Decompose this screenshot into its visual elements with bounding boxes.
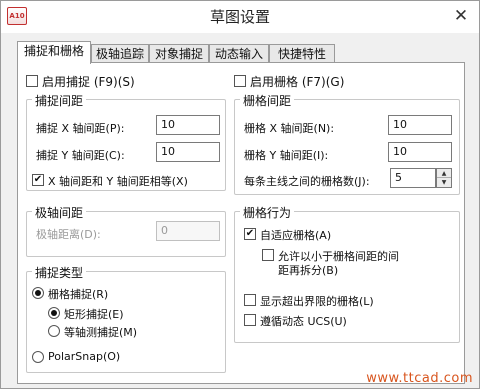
display-beyond-limits-checkbox[interactable] [244, 294, 256, 306]
follow-dynamic-ucs-checkbox[interactable] [244, 314, 256, 326]
enable-grid-checkbox[interactable] [234, 75, 246, 87]
display-beyond-limits-label: 显示超出界限的栅格(L) [260, 295, 374, 308]
snap-and-grid-panel: 启用捕捉 (F9)(S) 捕捉间距 捕捉 X 轴间距(P): 10 捕捉 Y 轴… [17, 62, 465, 384]
equal-spacing-checkbox[interactable]: ✔ [32, 174, 44, 186]
grid-behavior-title: 栅格行为 [240, 204, 295, 221]
tab-bar: 捕捉和栅格 极轴追踪 对象捕捉 动态输入 快捷特性 [17, 41, 477, 64]
polarsnap-radio[interactable] [32, 351, 44, 363]
close-button[interactable]: ✕ [449, 5, 473, 27]
enable-grid-label: 启用栅格 (F7)(G) [250, 75, 345, 89]
window-title: 草图设置 [209, 8, 270, 26]
rectangular-snap-radio[interactable] [48, 307, 60, 319]
grid-snap-label: 栅格捕捉(R) [48, 288, 109, 301]
tab-polar-tracking[interactable]: 极轴追踪 [91, 44, 149, 63]
rectangular-snap-label: 矩形捕捉(E) [64, 308, 124, 321]
watermark-text: www.ttcad.com [366, 371, 473, 386]
adaptive-grid-label: 自适应栅格(A) [260, 229, 332, 242]
tab-snap-and-grid[interactable]: 捕捉和栅格 [17, 41, 91, 64]
grid-snap-radio[interactable] [32, 287, 44, 299]
grid-y-spacing-label: 栅格 Y 轴间距(I): [244, 149, 329, 162]
snap-y-spacing-input[interactable]: 10 [156, 142, 220, 162]
allow-subdivision-label-line2: 距再拆分(B) [278, 264, 339, 277]
snap-y-spacing-label: 捕捉 Y 轴间距(C): [36, 149, 125, 162]
polar-distance-label: 极轴距离(D): [36, 228, 101, 241]
major-line-spinner: ▲ ▼ [436, 168, 452, 188]
tab-dynamic-input[interactable]: 动态输入 [209, 44, 269, 63]
title-bar: A10 草图设置 ✕ [1, 1, 479, 33]
major-line-every-label: 每条主线之间的栅格数(J): [244, 175, 370, 188]
enable-snap-checkbox[interactable] [26, 75, 38, 87]
isometric-snap-label: 等轴测捕捉(M) [64, 326, 138, 339]
snap-spacing-title: 捕捉间距 [32, 92, 87, 109]
tab-quick-properties[interactable]: 快捷特性 [269, 44, 335, 63]
allow-subdivision-checkbox[interactable] [262, 249, 274, 261]
isometric-snap-radio[interactable] [48, 325, 60, 337]
follow-dynamic-ucs-label: 遵循动态 UCS(U) [260, 315, 347, 328]
polar-spacing-title: 极轴间距 [32, 204, 87, 221]
spin-down-arrow-icon[interactable]: ▼ [437, 178, 451, 187]
spin-up-arrow-icon[interactable]: ▲ [437, 169, 451, 178]
adaptive-grid-checkbox[interactable]: ✔ [244, 228, 256, 240]
equal-spacing-label: X 轴间距和 Y 轴间距相等(X) [48, 175, 188, 188]
snap-type-title: 捕捉类型 [32, 264, 87, 281]
grid-x-spacing-input[interactable]: 10 [388, 115, 452, 135]
grid-x-spacing-label: 栅格 X 轴间距(N): [244, 122, 335, 135]
tab-object-snap[interactable]: 对象捕捉 [149, 44, 209, 63]
enable-snap-label: 启用捕捉 (F9)(S) [42, 75, 135, 89]
grid-y-spacing-input[interactable]: 10 [388, 142, 452, 162]
drafting-settings-dialog: A10 草图设置 ✕ 捕捉和栅格 极轴追踪 对象捕捉 动态输入 快捷特性 启用捕… [0, 0, 480, 389]
major-line-every-input[interactable]: 5 [390, 168, 436, 188]
grid-spacing-title: 栅格间距 [240, 92, 295, 109]
snap-x-spacing-input[interactable]: 10 [156, 115, 220, 135]
snap-x-spacing-label: 捕捉 X 轴间距(P): [36, 122, 125, 135]
polarsnap-label: PolarSnap(O) [48, 350, 121, 363]
polar-distance-input[interactable]: 0 [156, 221, 220, 241]
